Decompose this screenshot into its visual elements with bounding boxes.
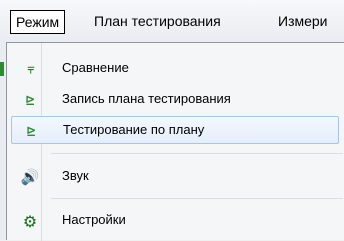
menu-item-label: Тестирование по плану <box>63 122 205 137</box>
menu-item-compare[interactable]: ⫧ Сравнение <box>11 55 339 83</box>
menu-mode[interactable]: Режим <box>10 10 66 34</box>
menu-separator <box>51 198 343 199</box>
menu-item-label: Запись плана тестирования <box>62 91 231 106</box>
compare-icon: ⫧ <box>27 61 35 76</box>
menu-measure[interactable]: Измери <box>272 10 334 32</box>
mode-dropdown-menu: ⫧ Сравнение ⊵ Запись плана тестирования … <box>6 42 344 241</box>
menu-item-sound[interactable]: 🔊 Звук <box>11 163 339 191</box>
menu-separator <box>51 153 343 154</box>
menu-bar: Режим План тестирования Измери <box>0 0 344 43</box>
menu-item-label: Настройки <box>62 212 126 227</box>
background-icon-fragment <box>0 62 4 76</box>
menu-item-settings[interactable]: ⚙ Настройки <box>11 207 339 235</box>
menu-test-plan[interactable]: План тестирования <box>88 10 227 32</box>
menu-item-record-plan[interactable]: ⊵ Запись плана тестирования <box>11 86 339 114</box>
menu-item-test-by-plan[interactable]: ⊵ Тестирование по плану <box>11 116 339 144</box>
menu-item-label: Звук <box>62 168 89 183</box>
test-by-plan-icon: ⊵ <box>25 124 37 138</box>
record-plan-icon: ⊵ <box>24 93 36 107</box>
speaker-icon: 🔊 <box>20 168 40 186</box>
menu-item-label: Сравнение <box>62 60 129 75</box>
gear-icon: ⚙ <box>22 211 38 231</box>
